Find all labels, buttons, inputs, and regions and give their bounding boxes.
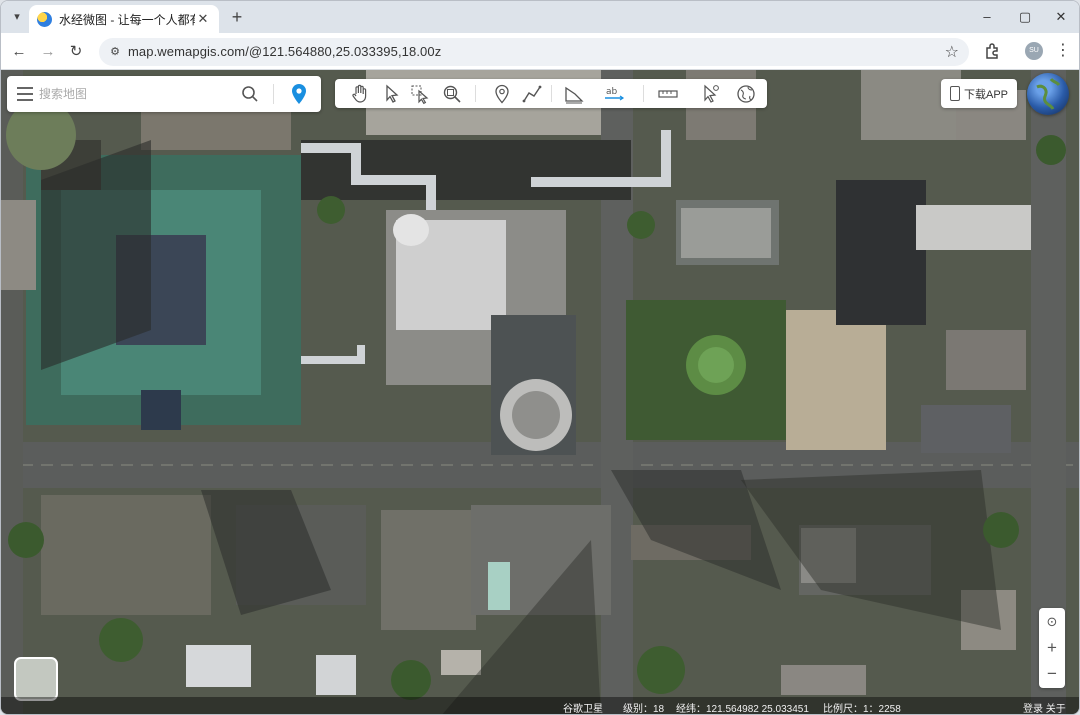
tab-strip: ▾ 水经微图 - 让每一个人都有自己 ✕ + – ▢ ✕ (1, 1, 1079, 33)
forward-button[interactable]: → (37, 41, 59, 63)
back-button[interactable]: ← (8, 41, 30, 63)
url-text[interactable]: map.wemapgis.com/@121.564880,25.033395,1… (128, 44, 441, 59)
extensions-puzzle-icon[interactable] (983, 42, 1001, 60)
toolbar-divider (475, 85, 476, 102)
polyline-icon[interactable] (521, 83, 543, 105)
zoom-out-button[interactable]: − (1039, 662, 1065, 686)
map-search-input[interactable] (39, 85, 229, 103)
zoom-level: 级别：18 (623, 704, 665, 715)
profile-avatar[interactable]: SU (1025, 42, 1043, 60)
imagery-source: 谷歌卫星 (563, 704, 603, 715)
divider (273, 84, 274, 104)
map-search-box (7, 76, 321, 112)
map-view[interactable]: ab 下载APP ⊙ + − (1, 70, 1079, 715)
basemap-globe-icon[interactable] (1027, 73, 1069, 115)
search-icon[interactable] (241, 85, 259, 103)
select-arrow-icon[interactable] (381, 83, 403, 105)
bookmark-star-icon[interactable]: ☆ (945, 42, 959, 62)
tab-title: 水经微图 - 让每一个人都有自己 (59, 12, 195, 27)
zoom-in-button[interactable]: + (1039, 636, 1065, 660)
text-label-icon[interactable]: ab (603, 83, 625, 105)
maximize-button[interactable]: ▢ (1015, 7, 1035, 27)
cursor-coordinates: 经纬：121.564982 25.033451 (676, 704, 809, 715)
pan-hand-icon[interactable] (349, 83, 371, 105)
map-favicon-icon (37, 11, 52, 27)
minimize-button[interactable]: – (977, 7, 997, 27)
login-about-links[interactable]: 登录 关于 (1023, 700, 1066, 714)
reload-button[interactable]: ↻ (65, 41, 87, 63)
site-info-icon[interactable]: ⚙ (107, 44, 123, 60)
toolbar-divider (551, 85, 552, 102)
phone-icon (949, 86, 960, 101)
pointer-info-icon[interactable] (699, 83, 721, 105)
marker-icon[interactable] (491, 83, 513, 105)
hamburger-menu-icon[interactable] (17, 87, 33, 101)
select-box-icon[interactable] (409, 83, 431, 105)
satellite-imagery (1, 70, 1079, 714)
download-app-button[interactable]: 下载APP (941, 79, 1017, 108)
map-scale: 比例尺：1：2258 (823, 704, 901, 715)
map-tools-toolbar: ab (335, 79, 767, 108)
browser-tab[interactable]: 水经微图 - 让每一个人都有自己 ✕ (29, 5, 219, 33)
svg-text:ab: ab (606, 87, 618, 97)
browser-window: ▾ 水经微图 - 让每一个人都有自己 ✕ + – ▢ ✕ ← → ↻ ⚙ map… (0, 0, 1080, 715)
close-window-button[interactable]: ✕ (1051, 7, 1071, 27)
location-pin-icon[interactable] (289, 83, 309, 105)
tab-list-chevron-icon[interactable]: ▾ (9, 9, 25, 25)
tab-close-icon[interactable]: ✕ (195, 11, 211, 27)
globe-3d-icon[interactable] (735, 83, 757, 105)
new-tab-button[interactable]: + (227, 7, 247, 27)
map-status-bar: 谷歌卫星 级别：18 经纬：121.564982 25.033451 比例尺：1… (1, 697, 1079, 715)
browser-menu-icon[interactable]: ⋮ (1055, 40, 1071, 62)
browser-toolbar: ← → ↻ ⚙ map.wemapgis.com/@121.564880,25.… (1, 33, 1079, 70)
download-app-label: 下载APP (963, 88, 1008, 101)
zoom-controls: ⊙ + − (1039, 608, 1065, 688)
zoom-area-icon[interactable] (441, 83, 463, 105)
address-bar[interactable]: ⚙ map.wemapgis.com/@121.564880,25.033395… (99, 38, 969, 66)
ruler-icon[interactable] (657, 83, 679, 105)
locate-me-icon[interactable]: ⊙ (1039, 610, 1065, 634)
toolbar-divider (643, 85, 644, 102)
polygon-measure-icon[interactable] (563, 83, 585, 105)
